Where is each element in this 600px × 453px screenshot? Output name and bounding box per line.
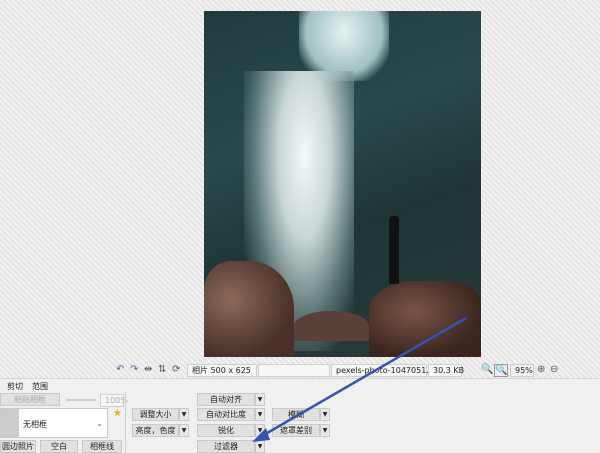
annotation-arrow (252, 316, 467, 442)
arrow-line (261, 316, 467, 438)
arrow-head (252, 428, 270, 442)
